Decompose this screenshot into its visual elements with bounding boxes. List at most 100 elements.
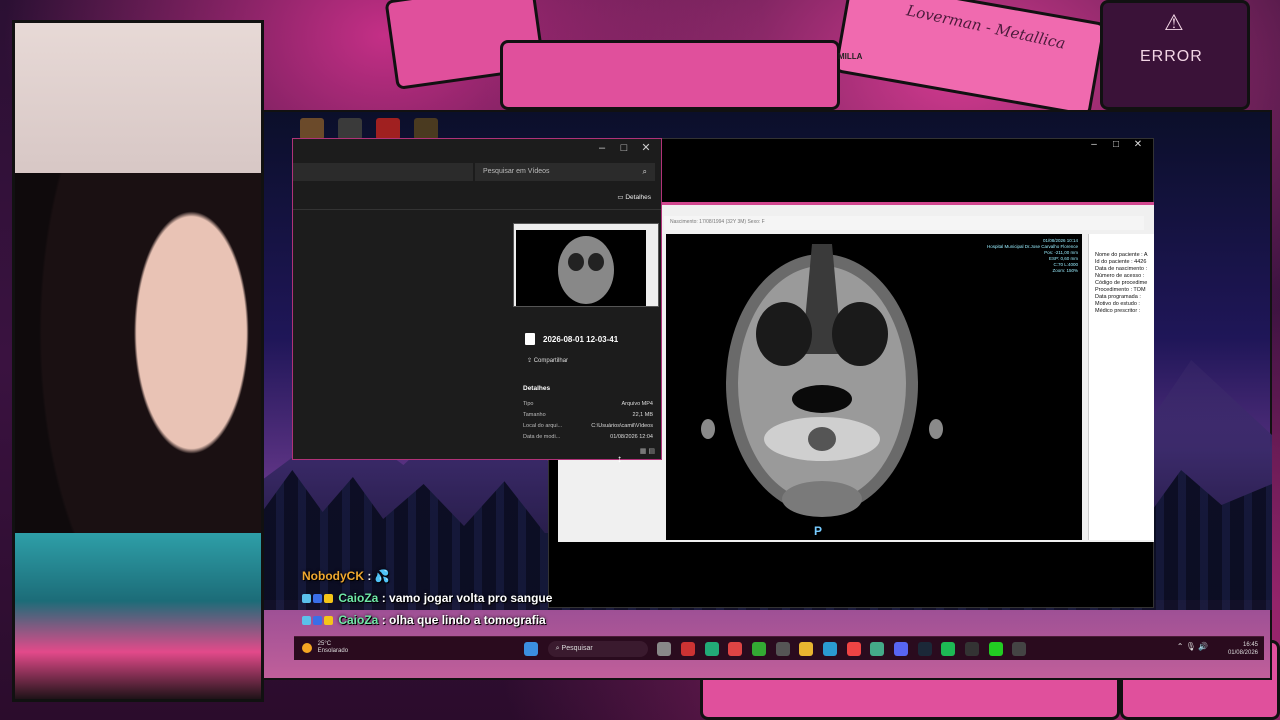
clock-date: 01/08/2026 [1227,650,1258,656]
file-thumbnail [513,223,659,307]
taskbar-search[interactable]: ⌕ Pesquisar [547,641,648,657]
detail-label: Tipo [523,401,534,407]
windows-taskbar: 25°C Ensolarado ⌕ Pesquisar ⌃ 🎙 🔊 16:45 … [294,636,1264,660]
app-icon[interactable] [775,642,790,656]
app-icon[interactable] [704,642,719,656]
app-icon[interactable] [681,642,696,656]
game-icon[interactable] [376,118,400,140]
file-explorer-icon[interactable] [799,642,814,656]
game-icon[interactable] [414,118,438,140]
detail-row: Tipo Arquivo MP4 [523,401,653,407]
search-input[interactable]: Pesquisar em Vídeos ⌕ [475,163,655,181]
system-tray[interactable]: ⌃ 🎙 🔊 [1177,642,1208,651]
crown-badge-icon [324,594,333,604]
details-button-label: Detalhes [625,194,651,201]
weather-widget[interactable]: 25°C Ensolarado [302,641,348,655]
file-explorer-window[interactable]: – □ ✕ Pesquisar em Vídeos ⌕ ▭ Detalhes 202… [292,138,662,460]
chat-text: : olha que lindo a tomografia [381,613,546,627]
search-icon: ⌕ [642,167,647,176]
windows-start-icon[interactable] [524,642,538,656]
clock[interactable]: 16:45 01/08/2026 [1228,641,1258,657]
minimize-icon[interactable]: – [591,142,613,154]
window-controls: – □ ✕ [1083,139,1149,150]
detail-row: Data de modi... 01/08/2026 12:04 [523,434,653,440]
sun-icon [302,643,312,653]
view-toggle[interactable]: ▦ ▤ [640,447,655,455]
chat-text: : 💦 [367,569,390,583]
weather-desc: Ensolarado [317,648,349,654]
ct-scan-drawing [701,244,943,517]
streamer-shirt [15,533,261,699]
detail-label: Data de modi... [523,434,561,440]
search-label: Pesquisar [561,645,593,652]
app-icon[interactable] [846,642,861,656]
minimize-icon[interactable]: – [1083,139,1105,150]
app-icon[interactable] [988,642,1003,656]
steam-icon[interactable] [917,642,932,656]
detail-row: Tamanho 22,1 MB [523,412,653,418]
info-line: Zoom: 150% [1052,268,1078,273]
app-icon[interactable] [752,642,767,656]
explorer-titlebar[interactable]: – □ ✕ [293,139,661,157]
detail-row: Local do arqui... C:\Usuários\camil\Víde… [523,423,653,429]
game-icon[interactable] [338,118,362,140]
app-icon[interactable] [728,642,743,656]
detail-value: C:\Usuários\camil\Vídeos [591,423,653,429]
ct-scan-image[interactable]: 01/08/2026 10:14 Hospital Municipal Dr.J… [666,234,1082,540]
detail-label: Local do arqui... [523,423,563,429]
maximize-icon[interactable]: □ [1105,139,1127,150]
media-player-icon[interactable] [1012,642,1027,656]
video-file-icon [525,333,535,345]
chat-text: : vamo jogar volta pro sangue [381,591,553,605]
divider [293,209,661,210]
chat-username: CaioZa [338,613,379,627]
chrome-icon[interactable] [870,642,885,656]
window-controls: – □ ✕ [591,141,657,154]
detail-label: Tamanho [523,412,546,418]
clock-time: 16:45 [1242,642,1258,648]
close-icon[interactable]: ✕ [635,141,657,154]
detail-value: 22,1 MB [632,412,653,418]
chat-message: NobodyCK : 💦 [302,566,562,588]
microphone-icon[interactable]: 🎙 [1186,642,1196,651]
close-icon[interactable]: ✕ [1127,139,1149,150]
chat-message: CaioZa : vamo jogar volta pro sangue [302,588,562,610]
chevron-up-icon[interactable]: ⌃ [1177,642,1184,651]
patient-field: Nome do paciente : A [1095,252,1148,258]
patient-field: Procedimento : TOM [1095,287,1146,293]
thumbnail-preview [516,230,646,306]
grid-view-icon[interactable]: ▦ [640,448,647,455]
file-name: 2026-08-01 12-03-41 [543,335,619,344]
volume-icon[interactable]: 🔊 [1198,642,1208,651]
edge-icon[interactable] [823,642,838,656]
discord-icon[interactable] [894,642,909,656]
address-bar[interactable] [293,163,473,181]
detail-value: Arquivo MP4 [621,401,654,407]
error-label: ERROR [1140,48,1203,65]
patient-field: Código de procedime [1095,280,1148,286]
crown-badge-icon [324,616,333,626]
details-button[interactable]: ▭ Detalhes [617,193,651,201]
chat-username: NobodyCK [302,569,364,583]
ct-header: Nascimento: 17/08/1994 (32Y 3M) Sexo: F [664,216,1144,230]
share-button[interactable]: ⇪ Compartilhar [527,357,568,364]
details-pane-icon: ▭ [617,194,624,201]
task-view-icon[interactable] [657,642,672,656]
share-icon: ⇪ [527,358,533,364]
list-view-icon[interactable]: ▤ [648,448,655,455]
game-icon[interactable] [300,118,324,140]
cassette-decoration [500,40,840,110]
spotify-icon[interactable] [941,642,956,656]
detail-value: 01/08/2026 12:04 [610,434,653,440]
patient-field: Número de acesso : [1095,273,1145,279]
vip-badge-icon [313,616,322,626]
patient-field: Motivo do estudo : [1095,301,1140,307]
warning-triangle-icon: ⚠ [1164,10,1184,35]
thumbnail-drawing [558,236,614,304]
subscriber-badge-icon [302,594,311,604]
patient-field: Médico prescritor : [1095,308,1141,314]
app-icon[interactable] [965,642,980,656]
maximize-icon[interactable]: □ [613,142,635,154]
patient-field: Id do paciente : 4426 [1095,259,1147,265]
patient-field: Data programada : [1095,294,1141,300]
